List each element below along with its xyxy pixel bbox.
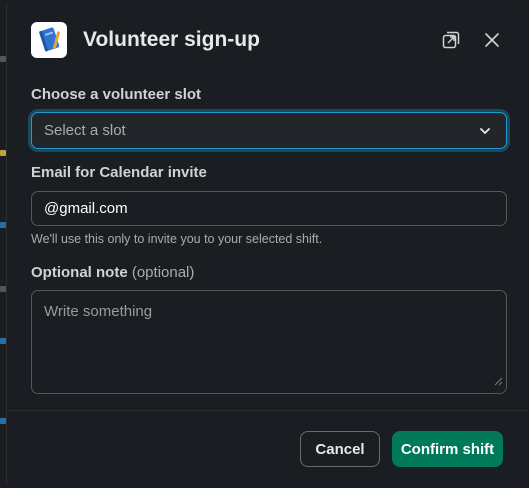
notebook-icon xyxy=(31,22,67,58)
note-label: Optional note (optional) xyxy=(31,264,194,281)
note-optional-suffix: (optional) xyxy=(131,264,195,281)
note-textarea[interactable]: Write something xyxy=(31,290,507,394)
chevron-down-icon xyxy=(478,124,492,143)
email-label: Email for Calendar invite xyxy=(31,164,207,181)
cancel-button[interactable]: Cancel xyxy=(300,431,380,467)
confirm-shift-button[interactable]: Confirm shift xyxy=(392,431,503,467)
email-hint: We'll use this only to invite you to you… xyxy=(31,232,323,246)
resize-handle-icon[interactable] xyxy=(494,373,503,390)
volunteer-signup-modal: Volunteer sign-up Choose a volunteer slo… xyxy=(6,0,528,488)
email-value: @gmail.com xyxy=(44,200,128,217)
slot-placeholder: Select a slot xyxy=(44,122,126,139)
email-field[interactable]: @gmail.com xyxy=(31,191,507,226)
close-icon[interactable] xyxy=(479,27,505,53)
note-label-text: Optional note xyxy=(31,264,128,281)
footer-divider xyxy=(7,410,528,411)
note-placeholder: Write something xyxy=(44,303,153,320)
slot-label: Choose a volunteer slot xyxy=(31,86,202,103)
modal-title: Volunteer sign-up xyxy=(83,28,260,51)
modal-header: Volunteer sign-up xyxy=(7,0,528,80)
popout-icon[interactable] xyxy=(438,27,464,53)
slot-select[interactable]: Select a slot xyxy=(31,112,507,149)
